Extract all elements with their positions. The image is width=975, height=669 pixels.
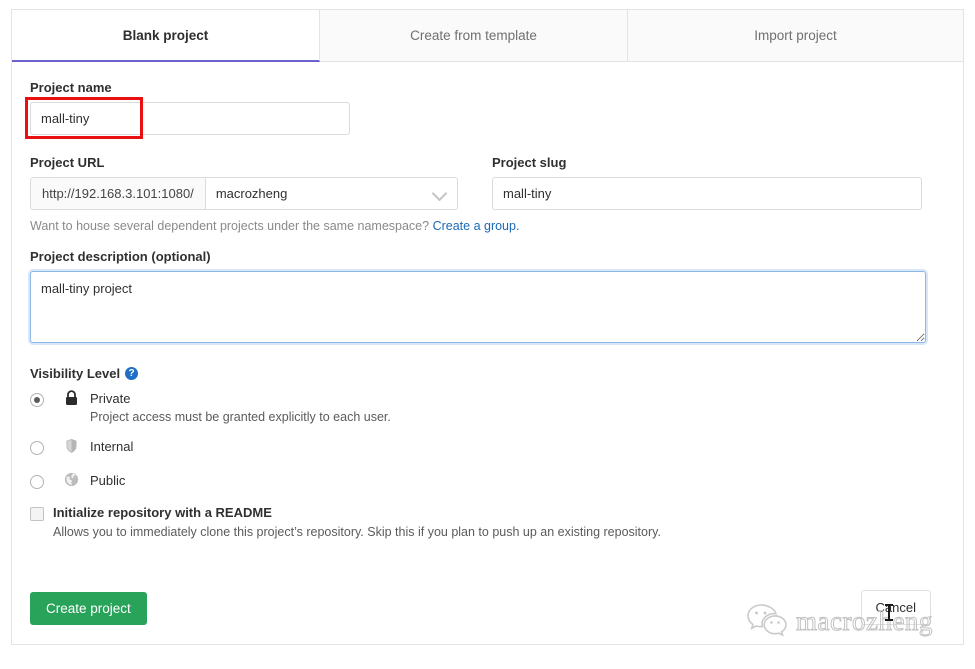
visibility-private-description: Project access must be granted explicitl…	[90, 410, 945, 424]
project-url-field-group: Project URL http://192.168.3.101:1080/ m…	[30, 155, 480, 210]
visibility-level-label: Visibility Level	[30, 366, 120, 381]
visibility-public-texts: Public	[90, 472, 945, 489]
visibility-radio-internal[interactable]	[30, 441, 44, 455]
visibility-level-section: Visibility Level ? Private Project acces…	[30, 366, 945, 491]
visibility-radio-private[interactable]	[30, 393, 44, 407]
new-project-form: Project name Project URL http://192.168.…	[12, 62, 963, 644]
project-url-prefix: http://192.168.3.101:1080/	[31, 178, 206, 209]
chevron-down-icon	[432, 185, 448, 201]
text-cursor	[888, 604, 890, 621]
tab-import-project-label: Import project	[754, 28, 837, 43]
visibility-internal-title: Internal	[90, 439, 133, 454]
project-namespace-value: macrozheng	[216, 186, 288, 201]
visibility-internal-texts: Internal	[90, 438, 945, 455]
tab-blank-project-label: Blank project	[123, 28, 209, 43]
lock-icon	[61, 390, 81, 410]
project-url-input-group: http://192.168.3.101:1080/ macrozheng	[30, 177, 458, 210]
visibility-private-title: Private	[90, 391, 130, 406]
visibility-option-internal[interactable]: Internal	[30, 438, 945, 458]
form-actions: Create project Cancel	[12, 582, 963, 644]
project-description-label: Project description (optional)	[30, 249, 945, 264]
project-name-input[interactable]	[30, 102, 350, 135]
project-slug-input[interactable]	[492, 177, 922, 210]
project-url-slug-row: Project URL http://192.168.3.101:1080/ m…	[30, 155, 945, 210]
project-description-field-group: Project description (optional)	[30, 249, 945, 346]
tab-import-project[interactable]: Import project	[628, 10, 963, 61]
namespace-helper-message: Want to house several dependent projects…	[30, 219, 429, 233]
initialize-readme-description: Allows you to immediately clone this pro…	[53, 525, 661, 539]
project-name-field-group: Project name	[30, 80, 945, 135]
tab-create-from-template-label: Create from template	[410, 28, 537, 43]
project-url-label: Project URL	[30, 155, 480, 170]
project-slug-label: Project slug	[492, 155, 942, 170]
new-project-card: Blank project Create from template Impor…	[11, 9, 964, 645]
visibility-level-header: Visibility Level ?	[30, 366, 945, 381]
project-namespace-select[interactable]: macrozheng	[206, 178, 457, 209]
initialize-readme-checkbox[interactable]	[30, 507, 44, 521]
create-project-button[interactable]: Create project	[30, 592, 147, 625]
visibility-radio-public[interactable]	[30, 475, 44, 489]
initialize-readme-title: Initialize repository with a README	[53, 505, 272, 520]
project-slug-field-group: Project slug	[492, 155, 942, 210]
globe-icon	[61, 472, 81, 491]
visibility-option-private[interactable]: Private Project access must be granted e…	[30, 390, 945, 424]
project-description-textarea[interactable]	[30, 271, 926, 343]
initialize-readme-section[interactable]: Initialize repository with a README Allo…	[30, 505, 945, 539]
cancel-button[interactable]: Cancel	[861, 590, 931, 625]
tab-create-from-template[interactable]: Create from template	[320, 10, 628, 61]
create-a-group-link[interactable]: Create a group.	[433, 219, 520, 233]
question-circle-icon[interactable]: ?	[125, 367, 138, 380]
tab-blank-project[interactable]: Blank project	[12, 10, 320, 62]
visibility-public-title: Public	[90, 473, 125, 488]
visibility-option-public[interactable]: Public	[30, 472, 945, 491]
initialize-readme-texts: Initialize repository with a README Allo…	[53, 505, 661, 539]
shield-icon	[61, 438, 81, 458]
project-type-tabs: Blank project Create from template Impor…	[12, 10, 963, 62]
namespace-helper-text: Want to house several dependent projects…	[30, 219, 945, 233]
visibility-private-texts: Private Project access must be granted e…	[90, 390, 945, 424]
project-name-label: Project name	[30, 80, 945, 95]
